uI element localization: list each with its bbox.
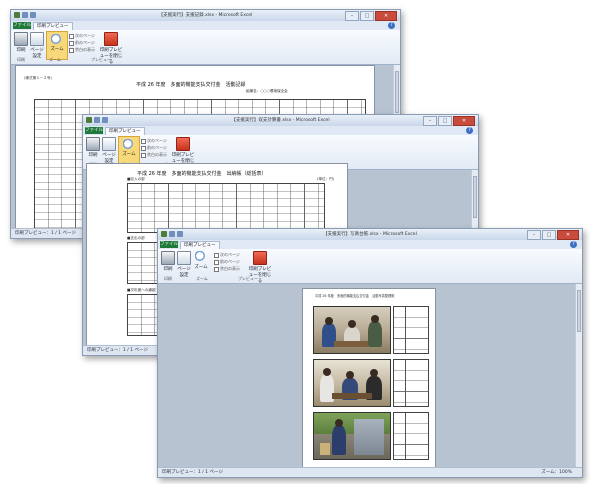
window-title: 【支援実行】写真台帳.xlsx - Microsoft Excel (323, 232, 417, 237)
excel-window-3[interactable]: 【支援実行】写真台帳.xlsx - Microsoft Excel – □ ✕ … (157, 228, 583, 478)
tab-print-preview[interactable]: 印刷プレビュー (33, 22, 73, 30)
zoom-label: ズーム (122, 152, 136, 157)
print-button[interactable]: 印刷 (85, 137, 101, 158)
group-preview: プレビュー (238, 276, 258, 281)
expense-section-label: ■支出の部 (127, 236, 145, 240)
document-heading: 平成 26 年度 多面的機能支払交付金 活動記録 (136, 82, 246, 88)
ribbon-tabs: ファイル 印刷プレビュー ? (11, 21, 400, 30)
window-controls[interactable]: – □ ✕ (527, 230, 579, 240)
group-zoom: ズーム (196, 276, 208, 281)
document-heading: 平成 26 年度 多面的機能支払交付金 出納帳（総括表） (137, 171, 267, 177)
activity-photo-3 (313, 412, 391, 460)
prev-page-button[interactable]: 前のページ (69, 40, 95, 46)
zoom-button[interactable]: ズーム (193, 251, 209, 270)
activity-photo-1 (313, 306, 391, 354)
ribbon-tabs: ファイル 印刷プレビュー ? (158, 240, 582, 249)
close-preview-icon (176, 137, 190, 151)
page-setup-label: ページ設定 (177, 267, 191, 278)
organization-name: 組織名：○○○環境保全会 (246, 89, 288, 93)
tab-file[interactable]: ファイル (160, 241, 178, 248)
help-icon[interactable]: ? (570, 241, 577, 248)
window-controls[interactable]: – □ ✕ (345, 11, 397, 21)
help-icon[interactable]: ? (388, 22, 395, 29)
window-controls[interactable]: – □ ✕ (423, 116, 475, 126)
group-print: 印刷 (17, 57, 25, 62)
print-label: 印刷 (88, 153, 98, 158)
tab-file[interactable]: ファイル (85, 127, 103, 134)
vertical-scrollbar[interactable] (575, 284, 582, 467)
ribbon: 印刷 ページ設定 ズーム 次のページ 前のページ 余白の表示 印刷プレビューを閉… (158, 249, 582, 284)
maximize-icon[interactable]: □ (360, 11, 374, 21)
print-button[interactable]: 印刷 (13, 32, 29, 53)
document-heading: 平成 26 年度 多面的機能支払交付金 活動写真整理帳 (315, 294, 395, 298)
close-icon[interactable]: ✕ (557, 230, 579, 240)
photo-2-details (393, 359, 429, 407)
maximize-icon[interactable]: □ (438, 116, 452, 126)
maximize-icon[interactable]: □ (542, 230, 556, 240)
magnifier-icon (195, 251, 207, 263)
next-page-button[interactable]: 次のページ (141, 138, 167, 144)
close-icon[interactable]: ✕ (453, 116, 475, 126)
print-label: 印刷 (163, 267, 173, 272)
next-page-button[interactable]: 次のページ (69, 33, 95, 39)
print-label: 印刷 (16, 48, 26, 53)
page-setup-icon (102, 137, 116, 151)
page-setup-button[interactable]: ページ設定 (101, 137, 117, 164)
activity-photo-2 (313, 359, 391, 407)
close-preview-icon (104, 32, 118, 46)
document-page: 平成 26 年度 多面的機能支払交付金 活動写真整理帳 (302, 288, 436, 470)
page-setup-icon (30, 32, 44, 46)
status-text: 印刷プレビュー：1 / 1 ページ (162, 470, 223, 475)
photo-3-details (393, 412, 429, 460)
unit-label: (単位：円) (317, 177, 335, 181)
page-setup-button[interactable]: ページ設定 (29, 32, 45, 59)
magnifier-icon (123, 139, 135, 151)
tab-print-preview[interactable]: 印刷プレビュー (105, 127, 145, 135)
window-title: 【支援実行】支援記録.xlsx - Microsoft Excel (158, 13, 253, 18)
group-preview: プレビュー (91, 57, 111, 62)
preview-canvas: 平成 26 年度 多面的機能支払交付金 活動写真整理帳 (158, 284, 582, 470)
income-section-label: ■収入の部 (127, 177, 145, 181)
print-button[interactable]: 印刷 (160, 251, 176, 272)
page-setup-icon (177, 251, 191, 265)
printer-icon (86, 137, 100, 151)
magnifier-icon (51, 34, 63, 46)
show-margins-checkbox[interactable]: 余白の表示 (69, 47, 95, 53)
status-bar: 印刷プレビュー：1 / 1 ページ ズーム：100% (158, 467, 582, 477)
income-table (127, 183, 325, 233)
page-setup-button[interactable]: ページ設定 (176, 251, 192, 278)
ribbon: 印刷 ページ設定 ズーム 次のページ 前のページ 余白の表示 印刷プレビューを閉… (11, 30, 400, 65)
tab-print-preview[interactable]: 印刷プレビュー (180, 241, 220, 249)
zoom-label: ズーム (50, 47, 64, 52)
show-margins-checkbox[interactable]: 余白の表示 (214, 266, 240, 272)
printer-icon (161, 251, 175, 265)
close-icon[interactable]: ✕ (375, 11, 397, 21)
zoom-level: ズーム：100% (541, 470, 572, 475)
zoom-label: ズーム (194, 265, 208, 270)
window-title: 【支援実行】収支計算書.xlsx - Microsoft Excel (231, 118, 330, 123)
printer-icon (14, 32, 28, 46)
photo-1-details (393, 306, 429, 354)
carryover-section-label: ■次年度への繰越 (127, 288, 156, 292)
page-setup-label: ページ設定 (30, 48, 44, 59)
zoom-button[interactable]: ズーム (46, 31, 68, 60)
group-zoom: ズーム (49, 57, 61, 62)
help-icon[interactable]: ? (466, 127, 473, 134)
tab-file[interactable]: ファイル (13, 22, 31, 29)
prev-page-button[interactable]: 前のページ (141, 145, 167, 151)
minimize-icon[interactable]: – (527, 230, 541, 240)
form-number: (様式第１－２号) (24, 76, 52, 80)
show-margins-checkbox[interactable]: 余白の表示 (141, 152, 167, 158)
minimize-icon[interactable]: – (423, 116, 437, 126)
minimize-icon[interactable]: – (345, 11, 359, 21)
ribbon-tabs: ファイル 印刷プレビュー ? (83, 126, 478, 135)
zoom-button[interactable]: ズーム (118, 136, 140, 165)
group-print: 印刷 (164, 276, 172, 281)
next-page-button[interactable]: 次のページ (214, 252, 240, 258)
close-preview-icon (253, 251, 267, 265)
prev-page-button[interactable]: 前のページ (214, 259, 240, 265)
